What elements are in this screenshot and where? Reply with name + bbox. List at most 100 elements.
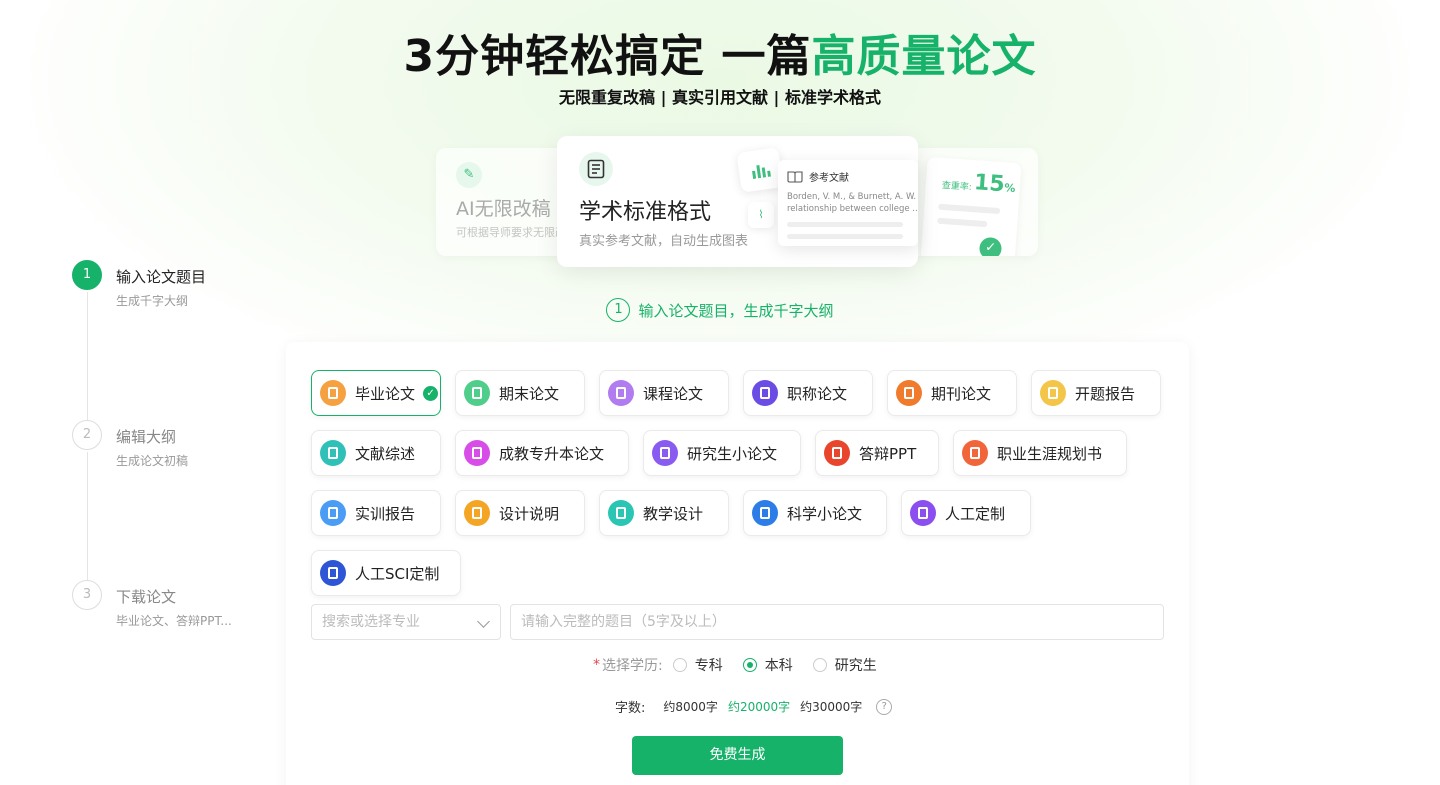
radio-icon (672, 658, 687, 672)
feature-title: AI无限改稿 (456, 198, 551, 220)
journal-icon (896, 380, 922, 406)
help-icon[interactable]: ? (876, 698, 893, 715)
chip-label: 毕业论文 (355, 384, 416, 403)
title-input[interactable]: 请输入完整的题目（5字及以上） (510, 604, 1164, 640)
type-chip-custom[interactable]: 人工定制 (901, 490, 1031, 536)
teaching-icon (608, 500, 634, 526)
graduation-paper-icon (320, 380, 346, 406)
user-group-icon (910, 500, 936, 526)
chip-label: 期刊论文 (931, 384, 992, 403)
hero-subtitle: 无限重复改稿 | 真实引用文献 | 标准学术格式 (559, 88, 881, 107)
type-chip-review[interactable]: 文献综述 (311, 430, 441, 476)
hero-title-highlight: 高质量论文 (811, 31, 1037, 82)
book-icon (787, 170, 803, 183)
chevron-down-icon (477, 615, 490, 628)
step-title: 输入论文题目 (116, 268, 207, 286)
bar-chart-icon (736, 147, 784, 193)
step-number: 1 (72, 260, 102, 290)
check-rate-value: 15% (973, 170, 1016, 198)
chip-label: 教学设计 (643, 504, 704, 523)
type-chip-proposal[interactable]: 开题报告 (1031, 370, 1161, 416)
type-chip-journal[interactable]: 期刊论文 (887, 370, 1017, 416)
type-chip-science[interactable]: 科学小论文 (743, 490, 887, 536)
feature-card-revise: ✎ AI无限改稿 可根据导师要求无限改 (436, 148, 576, 256)
generate-button[interactable]: 免费生成 (632, 736, 843, 775)
word-count-option-20000[interactable]: 约20000字 (728, 698, 790, 715)
type-chip-graduation[interactable]: 毕业论文 ✓ (311, 370, 441, 416)
chip-label: 人工SCI定制 (355, 564, 440, 583)
chip-label: 实训报告 (355, 504, 416, 523)
edit-icon: ✎ (456, 162, 482, 188)
check-icon: ✓ (978, 236, 1003, 256)
chip-label: 成教专升本论文 (499, 444, 605, 463)
step-number: 3 (72, 580, 102, 610)
current-step-label: 1 输入论文题目，生成千字大纲 (0, 298, 1440, 322)
check-rate-card: 查重率: 15% ✓ (920, 156, 1022, 256)
type-chip-design[interactable]: 设计说明 (455, 490, 585, 536)
chip-label: 职称论文 (787, 384, 848, 403)
chip-label: 人工定制 (945, 504, 1006, 523)
step-title: 下载论文 (116, 588, 177, 606)
step-title: 编辑大纲 (116, 428, 177, 446)
type-chip-defense-ppt[interactable]: 答辩PPT (815, 430, 939, 476)
document-icon (579, 152, 613, 186)
chip-label: 科学小论文 (787, 504, 863, 523)
feature-title: 学术标准格式 (579, 200, 712, 225)
edu-option-associate[interactable]: 专科 (672, 655, 723, 675)
radio-icon (812, 658, 827, 672)
notebook-icon (652, 440, 678, 466)
check-rate-label: 查重率: (941, 180, 973, 193)
education-selector: * 选择学历: 专科 本科 研究生 (593, 655, 897, 675)
type-chip-teaching[interactable]: 教学设计 (599, 490, 729, 536)
reference-header: 参考文献 (787, 169, 849, 184)
type-chip-training[interactable]: 实训报告 (311, 490, 441, 536)
type-chip-final[interactable]: 期末论文 (455, 370, 585, 416)
required-mark: * (593, 657, 600, 673)
type-chip-title[interactable]: 职称论文 (743, 370, 873, 416)
reference-text: Borden, V. M., & Burnett, A. W. relations… (787, 192, 918, 214)
line-chart-icon: ⌇ (748, 202, 774, 228)
chip-label: 开题报告 (1075, 384, 1136, 403)
report-icon (1040, 380, 1066, 406)
type-chip-adult-ed[interactable]: 成教专升本论文 (455, 430, 629, 476)
type-chip-grad-short[interactable]: 研究生小论文 (643, 430, 801, 476)
sci-icon (320, 560, 346, 586)
ppt-icon (824, 440, 850, 466)
word-count-option-30000[interactable]: 约30000字 (800, 698, 862, 715)
stack-icon (608, 380, 634, 406)
type-chip-course[interactable]: 课程论文 (599, 370, 729, 416)
current-step-number: 1 (606, 298, 631, 322)
step-number: 2 (72, 420, 102, 450)
edu-option-graduate[interactable]: 研究生 (812, 655, 877, 675)
step-subtitle: 生成论文初稿 (116, 454, 189, 468)
people-icon (464, 440, 490, 466)
chip-label: 设计说明 (499, 504, 560, 523)
pencil-icon (464, 380, 490, 406)
edu-option-bachelor[interactable]: 本科 (742, 655, 793, 675)
hero-title: 3分钟轻松搞定 一篇高质量论文 (0, 20, 1440, 84)
certificate-icon (752, 380, 778, 406)
chip-label: 课程论文 (643, 384, 704, 403)
check-icon: ✓ (423, 385, 439, 401)
type-chip-career-plan[interactable]: 职业生涯规划书 (953, 430, 1127, 476)
hero-title-main: 3分钟轻松搞定 一篇 (403, 31, 812, 82)
ruler-icon (464, 500, 490, 526)
word-count-option-8000[interactable]: 约8000字 (663, 698, 718, 715)
title-placeholder: 请输入完整的题目（5字及以上） (521, 614, 726, 630)
chip-label: 期末论文 (499, 384, 560, 403)
education-label: 选择学历: (602, 658, 663, 674)
feature-desc: 真实参考文献，自动生成图表 (579, 234, 749, 249)
chip-label: 研究生小论文 (687, 444, 778, 463)
major-select[interactable]: 搜索或选择专业 (311, 604, 501, 640)
word-count-label: 字数: (615, 701, 646, 716)
reference-card: 参考文献 Borden, V. M., & Burnett, A. W. rela… (778, 160, 918, 246)
literature-icon (320, 440, 346, 466)
major-placeholder: 搜索或选择专业 (322, 614, 420, 630)
step-connector (87, 452, 88, 580)
radio-selected-icon (742, 658, 757, 672)
atom-icon (752, 500, 778, 526)
training-report-icon (320, 500, 346, 526)
type-chip-sci-custom[interactable]: 人工SCI定制 (311, 550, 461, 596)
word-count-selector: 字数: 约8000字 约20000字 约30000字 ? (615, 697, 893, 716)
step-subtitle: 毕业论文、答辩PPT... (116, 614, 232, 628)
